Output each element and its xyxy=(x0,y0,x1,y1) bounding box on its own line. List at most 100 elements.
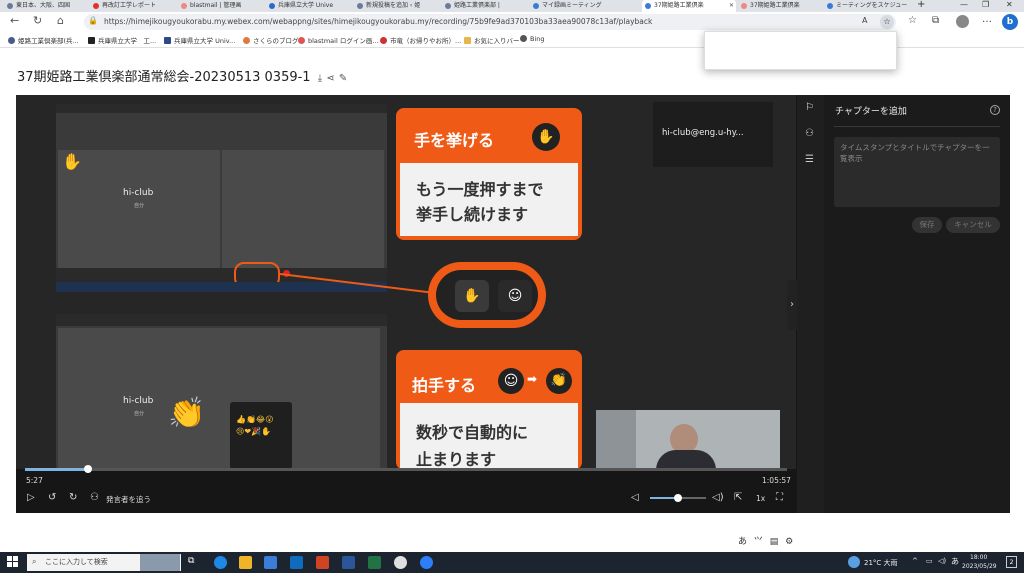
ime-settings-icon[interactable]: ⚙ xyxy=(785,537,793,547)
ime-mode[interactable]: あ xyxy=(738,537,747,547)
clock-date[interactable]: 2023/05/29 xyxy=(962,563,997,570)
people-icon[interactable]: ⚇ xyxy=(805,128,814,139)
volume-mute-icon[interactable]: ◁ xyxy=(631,492,639,503)
share-icon[interactable]: ⋖ xyxy=(326,73,334,84)
word-icon[interactable] xyxy=(342,556,355,569)
save-button[interactable]: 保存 xyxy=(912,217,942,233)
tray-chevron-icon[interactable]: ^ xyxy=(912,557,918,565)
ime-kanji-icon[interactable]: ⺍ xyxy=(754,537,763,547)
ime-pad-icon[interactable]: ▤ xyxy=(770,537,779,547)
more-menu-icon[interactable]: … xyxy=(982,14,992,25)
minimize-icon[interactable]: — xyxy=(960,0,968,9)
bookmark-icon xyxy=(298,37,305,44)
close-tab-icon[interactable]: ✕ xyxy=(729,0,734,12)
follow-speaker-icon[interactable]: ⚇ xyxy=(90,492,99,503)
share-screen-icon[interactable]: ⇱ xyxy=(734,492,742,503)
site-favicon-icon xyxy=(357,3,363,9)
chevron-right-icon[interactable]: › xyxy=(787,280,797,330)
store-icon[interactable] xyxy=(264,556,277,569)
weather-text[interactable]: 21°C 大雨 xyxy=(864,558,898,568)
edit-icon[interactable]: ✎ xyxy=(339,73,347,84)
windows-start-icon[interactable] xyxy=(7,556,19,568)
webex-taskbar-icon[interactable] xyxy=(420,556,433,569)
divider xyxy=(834,126,1000,127)
volume-handle[interactable] xyxy=(674,494,682,502)
search-icon: ⌕ xyxy=(32,557,37,566)
browser-tab[interactable]: 新規投稿を追加 ‹ 姫 xyxy=(354,0,442,12)
home-icon[interactable]: ⌂ xyxy=(57,14,64,27)
bookmark-icon[interactable]: ⚐ xyxy=(805,102,814,113)
read-aloud-icon[interactable]: A xyxy=(862,16,867,25)
weather-icon[interactable] xyxy=(848,556,860,568)
play-icon[interactable]: ▷ xyxy=(27,492,35,503)
favorite-star-icon[interactable]: ☆ xyxy=(880,15,894,29)
site-favicon-icon xyxy=(741,3,747,9)
seek-bar[interactable] xyxy=(25,465,787,473)
bookmark-item[interactable]: blastmail ログイン画... xyxy=(298,35,379,45)
meeting-titlebar xyxy=(56,104,387,113)
fullscreen-icon[interactable]: ⛶ xyxy=(776,492,783,503)
lock-icon[interactable]: 🔒 xyxy=(88,16,98,25)
browser-tab[interactable]: blastmail | 管理画 xyxy=(178,0,266,12)
new-tab-button[interactable]: + xyxy=(917,0,925,10)
close-window-icon[interactable]: ✕ xyxy=(1006,0,1013,9)
browser-tab[interactable]: 姫路工業倶楽部 | xyxy=(442,0,530,12)
volume-slider[interactable] xyxy=(650,494,706,502)
bookmark-item[interactable]: 兵庫県立大学 Univ... xyxy=(164,35,235,45)
bookmark-icon xyxy=(380,37,387,44)
slide-text: 挙手し続けます xyxy=(416,205,529,224)
excel-icon[interactable] xyxy=(368,556,381,569)
browser-tab-active[interactable]: 37期姫路工業倶楽 ✕ xyxy=(642,0,736,12)
slide-heading: 拍手する xyxy=(412,376,477,395)
cancel-button[interactable]: キャンセル xyxy=(946,217,1000,233)
callout-line xyxy=(280,273,436,294)
browser-popup xyxy=(704,31,897,70)
bookmark-item[interactable]: 市竜（お帰りやお所）... xyxy=(380,35,461,45)
speaker-body xyxy=(656,450,716,470)
browser-tab[interactable]: マイ録画ミーティング xyxy=(530,0,630,12)
browser-tab[interactable]: 再改訂工学レポート xyxy=(90,0,178,12)
chapters-icon[interactable]: ☰ xyxy=(805,154,814,165)
profile-avatar[interactable] xyxy=(956,15,969,28)
app-icon[interactable] xyxy=(394,556,407,569)
browser-tab[interactable]: 37期姫路工業倶楽 xyxy=(738,0,824,12)
volume-icon[interactable]: ◁) xyxy=(712,492,724,503)
bookmark-item[interactable]: さくらのブログ xyxy=(243,35,299,45)
browser-tab[interactable]: 兵庫県立大学 Unive xyxy=(266,0,354,12)
powerpoint-icon[interactable] xyxy=(316,556,329,569)
participant-sub: 自分 xyxy=(134,411,145,417)
favorites-icon[interactable]: ☆ xyxy=(908,15,917,26)
slide-text: もう一度押すまで xyxy=(416,180,544,199)
volume-tray-icon[interactable]: ◁) xyxy=(938,557,946,565)
emoji-grid-icon: 👍👏😂😮 😢❤🎉✋ xyxy=(236,415,274,436)
speed-button[interactable]: 1x xyxy=(756,494,765,503)
collections-icon[interactable]: ⧉ xyxy=(932,15,939,26)
forward-icon[interactable]: ↻ xyxy=(69,492,77,503)
bookmark-item[interactable]: 兵庫県立大学 工... xyxy=(88,35,156,45)
bookmark-item[interactable]: 姫路工業倶楽部(兵... xyxy=(8,35,79,45)
speaker-video xyxy=(596,410,780,470)
browser-tab[interactable]: ミーティングをスケジュー xyxy=(824,0,910,12)
reload-icon[interactable]: ↻ xyxy=(33,14,42,27)
maximize-icon[interactable]: ❐ xyxy=(982,0,989,9)
file-explorer-icon[interactable] xyxy=(239,556,252,569)
task-view-icon[interactable]: ⧉ xyxy=(188,556,201,569)
edge-icon[interactable] xyxy=(214,556,227,569)
mail-icon[interactable] xyxy=(290,556,303,569)
bookmark-folder[interactable]: お気に入りバー xyxy=(464,35,520,45)
clock-time[interactable]: 18:00 xyxy=(970,554,987,561)
network-icon[interactable]: ▭ xyxy=(926,557,933,565)
back-icon[interactable]: ← xyxy=(10,14,19,27)
notification-badge[interactable]: 2 xyxy=(1006,556,1017,568)
bing-chat-icon[interactable]: b xyxy=(1002,14,1018,30)
ime-indicator[interactable]: あ xyxy=(951,556,959,567)
site-favicon-icon xyxy=(93,3,99,9)
chapter-textarea[interactable]: タイムスタンプとタイトルでチャプターを一覧表示 xyxy=(834,137,1000,207)
rewind-icon[interactable]: ↺ xyxy=(48,492,56,503)
follow-speaker-button[interactable]: 発言者を追う xyxy=(106,494,151,505)
bookmark-item[interactable]: Bing xyxy=(520,35,545,43)
help-icon[interactable]: ? xyxy=(990,105,1000,115)
url-field[interactable]: https://himejikougyoukorabu.my.webex.com… xyxy=(84,14,896,30)
download-icon[interactable]: ⤓ xyxy=(318,73,322,84)
browser-tab[interactable]: 東日本、大阪、四国 xyxy=(4,0,90,12)
